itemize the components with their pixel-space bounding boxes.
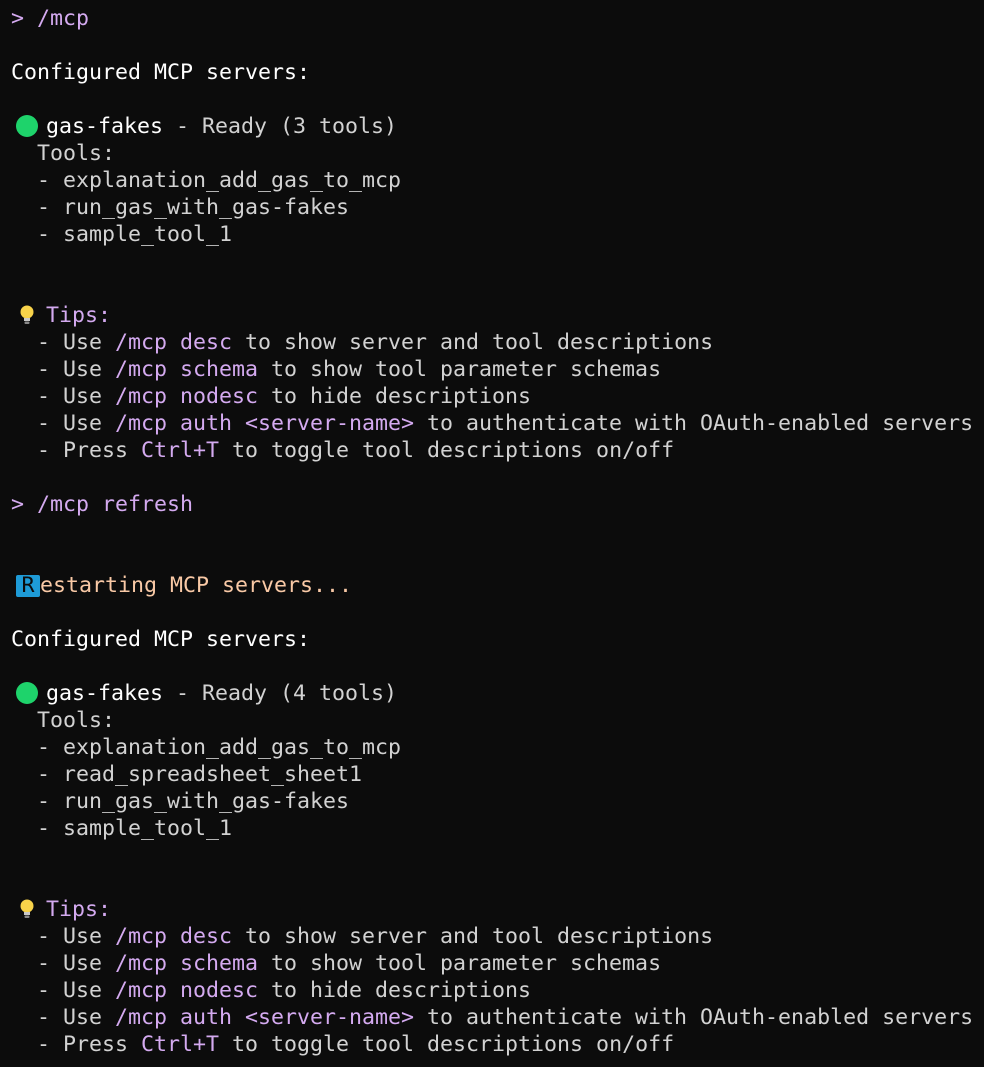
tool-item: - explanation_add_gas_to_mcp [37,168,402,193]
tools-label: Tools: [37,141,116,166]
tip-item: - Use /mcp nodesc to hide descriptions [37,978,532,1003]
servers-heading: Configured MCP servers: [11,60,311,85]
tool-item: - explanation_add_gas_to_mcp [37,735,402,760]
lightbulb-icon [20,305,34,324]
tool-item: - run_gas_with_gas-fakes [37,195,350,220]
prompt-symbol: > [11,6,25,31]
green-dot-icon [16,682,38,704]
restart-status: Restarting MCP servers... [11,572,984,599]
tools-label: Tools: [37,708,116,733]
tool-item: - sample_tool_1 [37,222,233,247]
server-name: gas-fakes [46,681,164,706]
tip-item: - Use /mcp desc to show server and tool … [37,924,714,949]
server-status: Ready (4 tools) [202,681,398,706]
command-text: /mcp [37,6,90,31]
tip-item: - Press Ctrl+T to toggle tool descriptio… [37,438,675,463]
tip-item: - Use /mcp desc to show server and tool … [37,330,714,355]
restart-status-text: estarting MCP servers... [40,573,353,598]
tip-item: - Use /mcp schema to show tool parameter… [37,357,662,382]
tool-item: - run_gas_with_gas-fakes [37,789,350,814]
tip-item: - Use /mcp auth <server-name> to authent… [37,1005,974,1030]
server-status-line: gas-fakes - Ready (4 tools) [11,680,984,707]
servers-heading: Configured MCP servers: [11,627,311,652]
cursor-block: R [16,575,40,597]
server-status-line: gas-fakes - Ready (3 tools) [11,113,984,140]
tool-item: - sample_tool_1 [37,816,233,841]
command-line: > /mcp refresh [11,492,194,517]
tips-heading: Tips: [11,896,984,923]
terminal-output: > /mcp Configured MCP servers: gas-fakes… [0,0,984,1058]
command-text: /mcp refresh [37,492,194,517]
tips-heading: Tips: [11,302,984,329]
server-status: Ready (3 tools) [202,114,398,139]
tip-item: - Use /mcp schema to show tool parameter… [37,951,662,976]
server-name: gas-fakes [46,114,164,139]
green-dot-icon [16,115,38,137]
tip-item: - Use /mcp auth <server-name> to authent… [37,411,974,436]
tool-item: - read_spreadsheet_sheet1 [37,762,363,787]
tip-item: - Press Ctrl+T to toggle tool descriptio… [37,1032,675,1057]
tip-item: - Use /mcp nodesc to hide descriptions [37,384,532,409]
command-line: > /mcp [11,5,984,32]
lightbulb-icon [20,899,34,918]
